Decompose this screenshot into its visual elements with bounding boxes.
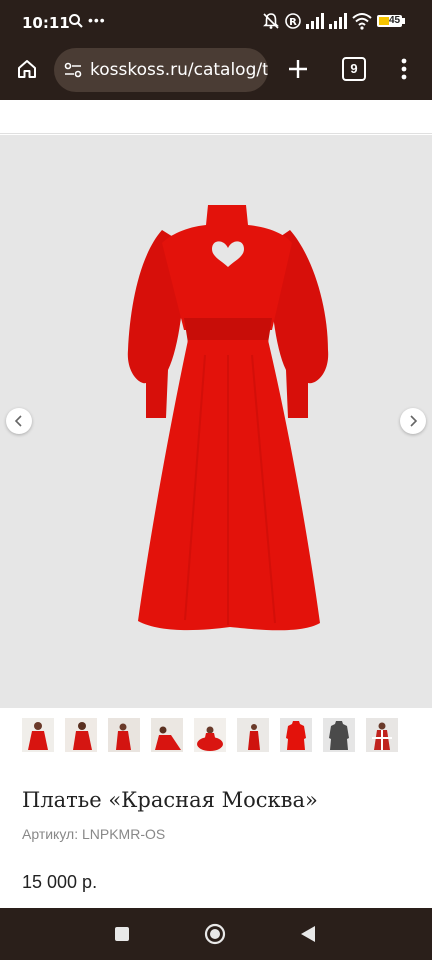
signal-icon-2 — [328, 12, 348, 35]
status-bar: 10:11 ••• R 45 — [0, 0, 432, 44]
circle-icon[interactable] — [204, 923, 226, 950]
product-main-image[interactable] — [0, 135, 432, 708]
url-text[interactable]: kosskoss.ru/catalog/tp — [90, 60, 268, 80]
wifi-icon — [352, 12, 372, 35]
signal-icon-1 — [305, 12, 325, 35]
thumbnail-strip — [0, 718, 432, 754]
thumbnail[interactable] — [237, 718, 269, 752]
product-sku: Артикул: LNPKMR-OS — [22, 826, 166, 842]
thumbnail[interactable] — [323, 718, 355, 752]
thumbnail[interactable] — [65, 718, 97, 752]
chevron-right-icon — [410, 415, 418, 427]
tab-count-button[interactable]: 9 — [342, 57, 366, 81]
tune-icon[interactable] — [64, 62, 82, 83]
dress-illustration — [127, 205, 329, 631]
chevron-left-icon — [14, 415, 22, 427]
thumbnail[interactable] — [108, 718, 140, 752]
thumbnail[interactable] — [280, 718, 312, 752]
thumbnail[interactable] — [151, 718, 183, 752]
product-price: 15 000 р. — [22, 872, 98, 892]
registered-icon: R — [284, 12, 302, 35]
system-nav-bar — [0, 908, 432, 960]
address-bar[interactable]: kosskoss.ru/catalog/tp — [54, 48, 268, 92]
thumbnail[interactable] — [194, 718, 226, 752]
battery-level: 45 — [389, 15, 401, 26]
search-icon — [68, 13, 84, 34]
triangle-back-icon[interactable] — [300, 925, 316, 948]
header-divider — [0, 133, 432, 134]
next-image-button[interactable] — [400, 408, 426, 434]
more-notifications-icon: ••• — [88, 12, 106, 28]
thumbnail[interactable] — [22, 718, 54, 752]
thumbnail[interactable] — [366, 718, 398, 752]
home-icon[interactable] — [16, 58, 38, 85]
plus-icon[interactable] — [287, 58, 309, 85]
more-vert-icon[interactable] — [401, 58, 407, 85]
svg-text:R: R — [289, 17, 297, 28]
prev-image-button[interactable] — [6, 408, 32, 434]
status-time: 10:11 — [22, 14, 70, 32]
mute-bell-icon — [262, 12, 280, 35]
browser-toolbar: kosskoss.ru/catalog/tp 9 — [0, 44, 432, 100]
product-title: Платье «Красная Москва» — [22, 788, 318, 812]
square-icon[interactable] — [114, 926, 130, 947]
